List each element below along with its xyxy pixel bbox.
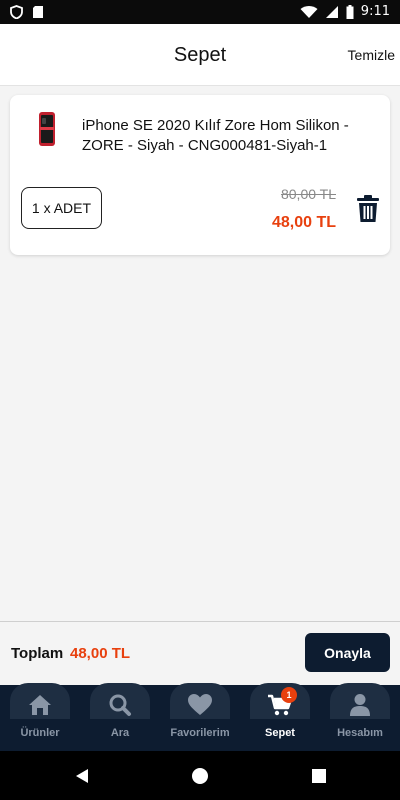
status-bar: 9:11 — [0, 0, 400, 24]
product-name[interactable]: iPhone SE 2020 Kılıf Zore Hom Silikon - … — [82, 116, 380, 156]
app-header: Sepet Temizle — [0, 24, 400, 86]
total-value: 48,00 TL — [70, 645, 131, 662]
battery-icon — [346, 4, 354, 19]
tab-cart[interactable]: 1 Sepet — [240, 683, 320, 751]
tab-label: Ürünler — [20, 727, 60, 739]
tab-label: Hesabım — [337, 727, 383, 739]
status-time: 9:11 — [360, 4, 390, 19]
home-button[interactable] — [170, 751, 230, 800]
bottom-tab-bar: Ürünler Ara Favorilerim 1 Sepet Hesabım — [0, 683, 400, 751]
trash-icon[interactable] — [356, 195, 380, 223]
tab-account[interactable]: Hesabım — [320, 683, 400, 751]
recents-button[interactable] — [289, 751, 349, 800]
order-summary-bar: Toplam 48,00 TL Onayla — [0, 621, 400, 685]
tab-label: Ara — [110, 727, 130, 739]
home-circle-icon — [192, 767, 208, 784]
quantity-button[interactable]: 1 x ADET — [21, 187, 102, 229]
back-triangle-icon — [76, 768, 88, 783]
tab-search[interactable]: Ara — [80, 683, 160, 751]
sd-card-icon — [33, 6, 43, 18]
shield-notification-icon — [10, 5, 23, 19]
cellular-signal-icon — [325, 5, 338, 18]
confirm-button[interactable]: Onayla — [305, 633, 390, 672]
tab-label: Sepet — [265, 727, 295, 739]
tab-label: Favorilerim — [170, 727, 230, 739]
tab-products[interactable]: Ürünler — [0, 683, 80, 751]
search-icon — [109, 694, 131, 716]
tab-favorites[interactable]: Favorilerim — [160, 683, 240, 751]
back-button[interactable] — [52, 751, 112, 800]
wifi-icon — [300, 5, 318, 18]
heart-icon — [188, 694, 212, 715]
product-thumbnail-icon[interactable] — [32, 111, 62, 147]
old-price: 80,00 TL — [280, 186, 336, 202]
clear-cart-button[interactable]: Temizle — [348, 47, 395, 63]
cart-item-card: iPhone SE 2020 Kılıf Zore Hom Silikon - … — [10, 95, 390, 255]
system-navigation-bar — [0, 751, 400, 800]
current-price: 48,00 TL — [271, 214, 336, 231]
cart-count-badge: 1 — [281, 687, 297, 703]
recents-square-icon — [312, 768, 326, 783]
total-label: Toplam — [11, 645, 64, 662]
user-icon — [350, 694, 370, 716]
home-icon — [29, 695, 51, 715]
page-title: Sepet — [173, 44, 227, 66]
